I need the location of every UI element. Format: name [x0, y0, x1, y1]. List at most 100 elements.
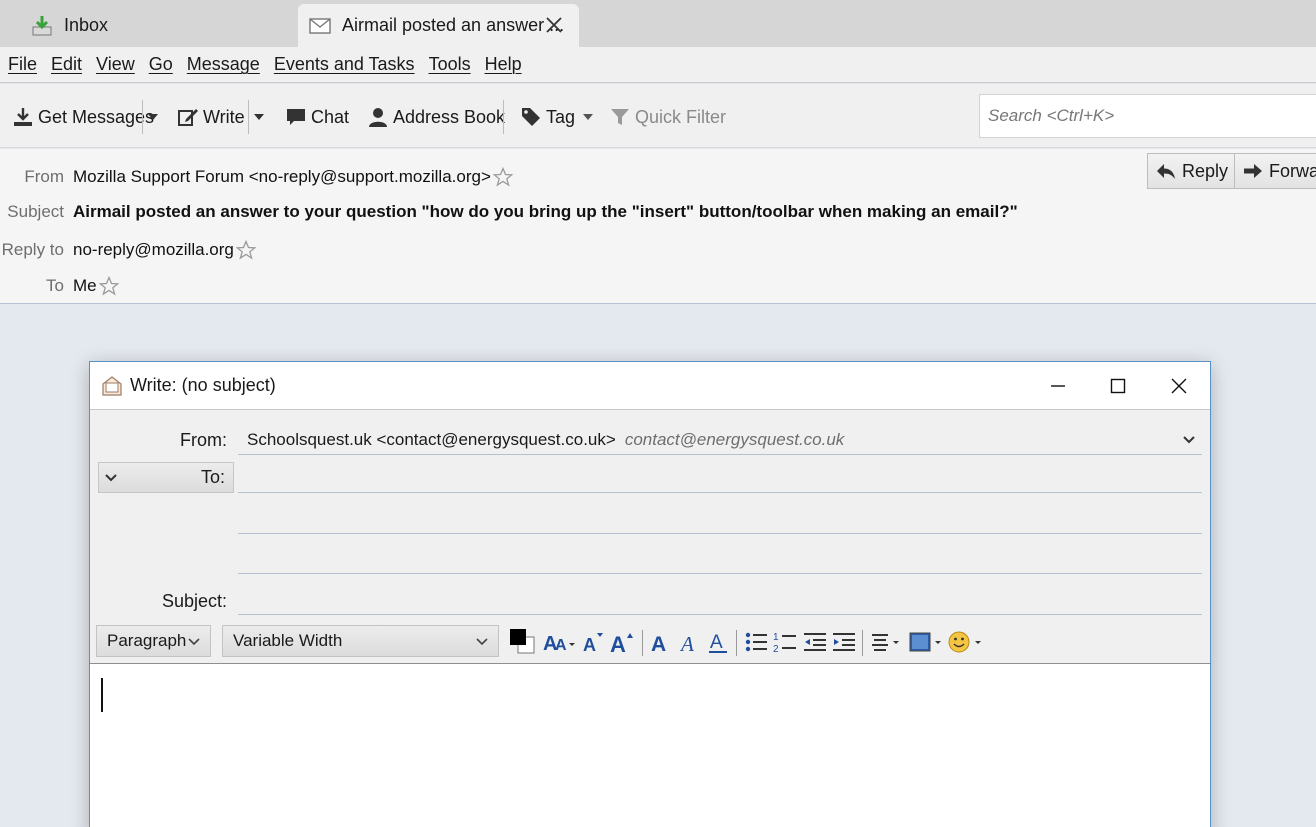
star-icon[interactable] [492, 167, 513, 187]
envelope-icon [308, 14, 332, 38]
chat-label: Chat [311, 106, 350, 127]
person-icon [367, 106, 389, 128]
forward-label: Forwar [1269, 160, 1316, 181]
insert-button[interactable] [908, 628, 944, 656]
star-icon[interactable] [98, 276, 119, 296]
header-subject-value: Airmail posted an answer to your questio… [73, 202, 1018, 221]
menu-message[interactable]: Message [187, 54, 260, 75]
bulleted-list-button[interactable] [744, 628, 768, 656]
reply-label: Reply [1182, 160, 1229, 181]
header-reply-to-value[interactable]: no-reply@mozilla.org [73, 240, 234, 260]
menu-help[interactable]: Help [485, 54, 522, 75]
tab-inbox[interactable]: Inbox [0, 4, 296, 47]
chevron-down-icon [474, 633, 490, 649]
recipient-input-2[interactable] [238, 504, 1202, 532]
get-messages-dropdown[interactable] [143, 102, 163, 132]
decrease-indent-button[interactable] [803, 628, 827, 656]
header-to-label: To [46, 276, 64, 295]
maximize-button[interactable] [1103, 372, 1133, 400]
insert-smiley-button[interactable] [948, 628, 984, 656]
menu-tools[interactable]: Tools [429, 54, 471, 75]
menu-events-and-tasks[interactable]: Events and Tasks [274, 54, 415, 75]
address-book-label: Address Book [393, 106, 506, 127]
header-reply-to-label: Reply to [1, 240, 64, 259]
paragraph-format-select[interactable]: Paragraph [96, 625, 211, 657]
outdent-icon [804, 633, 826, 651]
recipient-type-select[interactable]: To: [98, 462, 234, 493]
align-button[interactable] [870, 628, 904, 656]
quick-filter-button[interactable]: Quick Filter [609, 102, 726, 132]
format-divider [736, 630, 737, 656]
svg-text:A: A [679, 632, 694, 654]
menu-view[interactable]: View [96, 54, 135, 75]
chevron-down-icon [186, 633, 202, 649]
recipient-underline-3 [238, 573, 1202, 574]
svg-text:2: 2 [773, 644, 779, 654]
window-close-button[interactable] [1164, 372, 1194, 400]
reply-button[interactable]: Reply [1147, 153, 1238, 189]
compose-titlebar[interactable]: Write: (no subject) [90, 362, 1210, 410]
header-to-value[interactable]: Me [73, 276, 97, 296]
compose-from-select[interactable]: Schoolsquest.uk <contact@energysquest.co… [238, 426, 1202, 454]
maximize-icon [1110, 378, 1126, 394]
tab-inbox-label: Inbox [64, 15, 109, 35]
smiley-icon [948, 631, 981, 653]
forward-button[interactable]: Forwar [1234, 153, 1316, 189]
font-size-icon: AA [543, 633, 575, 654]
menu-file[interactable]: File [8, 54, 37, 75]
message-body-editor[interactable] [90, 664, 1210, 827]
tab-message[interactable]: Airmail posted an answer ... [298, 4, 579, 47]
minimize-icon [1051, 385, 1065, 387]
star-icon[interactable] [235, 240, 256, 260]
reply-arrow-icon [1156, 161, 1176, 181]
font-size-button[interactable]: AA [542, 628, 576, 656]
chevron-down-icon [583, 114, 594, 120]
svg-text:A: A [651, 633, 666, 654]
smaller-text-button[interactable]: A [582, 628, 606, 656]
tag-label: Tag [546, 106, 576, 127]
font-family-select[interactable]: Variable Width [222, 625, 499, 657]
underline-button[interactable]: A [707, 628, 729, 656]
decrease-font-icon: A [583, 633, 603, 654]
to-input[interactable] [238, 463, 1202, 491]
header-reply-to-row: Reply to no-reply@mozilla.org [0, 237, 256, 263]
svg-text:A: A [583, 635, 596, 654]
tab-message-label: Airmail posted an answer ... [342, 15, 565, 35]
align-icon [872, 634, 899, 651]
compose-from-hint: contact@energysquest.co.uk [624, 430, 845, 449]
bold-button[interactable]: A [649, 628, 671, 656]
search-placeholder: Search <Ctrl+K> [988, 106, 1115, 125]
increase-indent-button[interactable] [832, 628, 856, 656]
compose-from-label: From: [180, 430, 227, 450]
write-dropdown[interactable] [249, 102, 269, 132]
recipient-input-3[interactable] [238, 544, 1202, 572]
tag-icon [520, 106, 542, 128]
chat-bubble-icon [285, 106, 307, 128]
chat-button[interactable]: Chat [285, 102, 349, 132]
menu-edit[interactable]: Edit [51, 54, 82, 75]
bulleted-list-icon [745, 632, 767, 652]
insert-image-icon [909, 632, 941, 652]
text-color-button[interactable] [509, 628, 537, 656]
paragraph-format-value: Paragraph [107, 631, 187, 650]
header-subject-row: Subject Airmail posted an answer to your… [0, 199, 1018, 225]
minimize-button[interactable] [1043, 372, 1073, 400]
numbered-list-button[interactable]: 12 [773, 628, 797, 656]
subject-underline [238, 614, 1202, 615]
recipient-underline-2 [238, 533, 1202, 534]
tag-button[interactable]: Tag [520, 102, 594, 132]
search-input[interactable]: Search <Ctrl+K> [979, 94, 1316, 138]
write-button[interactable]: Write [177, 102, 245, 132]
compose-to-label: To: [200, 467, 225, 487]
get-messages-button[interactable]: Get Messages [12, 102, 154, 132]
chevron-down-icon [1183, 436, 1195, 444]
italic-button[interactable]: A [678, 628, 700, 656]
larger-text-button[interactable]: A [610, 628, 636, 656]
header-from-value[interactable]: Mozilla Support Forum <no-reply@support.… [73, 167, 491, 187]
close-icon[interactable] [543, 14, 565, 36]
subject-input[interactable] [238, 586, 1202, 614]
text-color-icon [510, 629, 535, 654]
address-book-button[interactable]: Address Book [367, 102, 505, 132]
inbox-download-icon [30, 14, 54, 38]
menu-go[interactable]: Go [149, 54, 173, 75]
